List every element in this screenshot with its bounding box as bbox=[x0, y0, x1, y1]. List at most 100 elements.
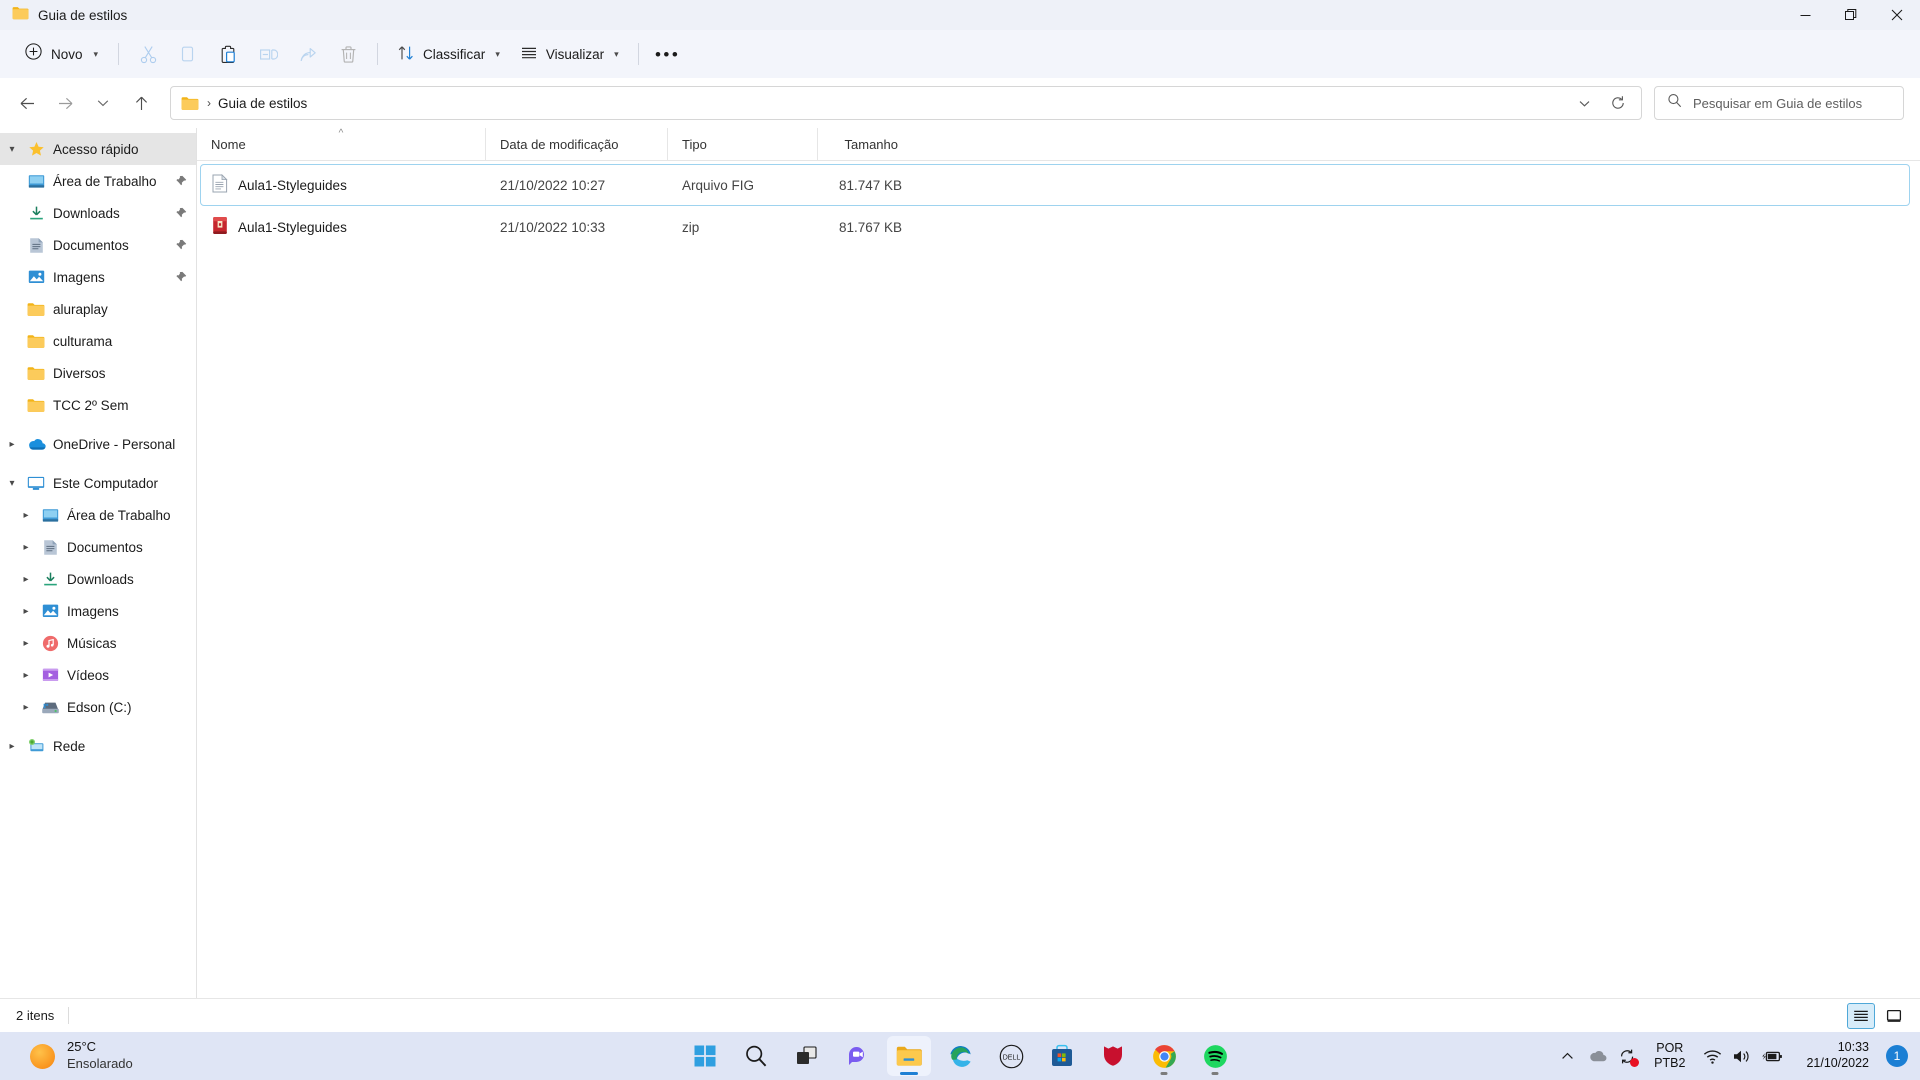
minimize-button[interactable] bbox=[1782, 0, 1828, 30]
previous-locations-button[interactable] bbox=[1567, 88, 1601, 118]
music-icon bbox=[38, 635, 62, 652]
language-indicator[interactable]: POR PTB2 bbox=[1646, 1038, 1693, 1075]
sidebar-item-onedrive[interactable]: ▸ OneDrive - Personal bbox=[0, 428, 196, 460]
column-header-size[interactable]: Tamanho bbox=[817, 127, 912, 161]
sidebar-item-label: Downloads bbox=[67, 571, 134, 587]
breadcrumb-current-folder[interactable]: Guia de estilos bbox=[218, 96, 307, 111]
sidebar-item-local-disk-c[interactable]: ▸ Edson (C:) bbox=[0, 691, 196, 723]
google-chrome-button[interactable] bbox=[1142, 1036, 1186, 1076]
chevron-right-icon[interactable]: ▸ bbox=[0, 439, 24, 450]
chevron-right-icon[interactable]: ▸ bbox=[14, 542, 38, 553]
chevron-right-icon[interactable]: ▸ bbox=[14, 702, 38, 713]
address-bar[interactable]: › Guia de estilos bbox=[170, 86, 1642, 120]
close-button[interactable] bbox=[1874, 0, 1920, 30]
table-row[interactable]: Aula1-Styleguides 21/10/2022 10:33 zip 8… bbox=[200, 206, 1910, 248]
back-button[interactable] bbox=[8, 86, 46, 120]
sidebar-item-culturama[interactable]: culturama bbox=[0, 325, 196, 357]
desktop: Guia de estilos Novo ▾ Classificar ▾ Vis… bbox=[0, 0, 1920, 1080]
clock[interactable]: 10:33 21/10/2022 bbox=[1797, 1037, 1878, 1074]
restore-button[interactable] bbox=[1828, 0, 1874, 30]
sidebar-item-network[interactable]: ▸ Rede bbox=[0, 730, 196, 762]
sidebar-item-downloads[interactable]: ▸ Downloads bbox=[0, 563, 196, 595]
sidebar-item-aluraplay[interactable]: aluraplay bbox=[0, 293, 196, 325]
file-rows[interactable]: Aula1-Styleguides 21/10/2022 10:27 Arqui… bbox=[197, 161, 1920, 998]
table-row[interactable]: Aula1-Styleguides 21/10/2022 10:27 Arqui… bbox=[200, 164, 1910, 206]
cut-icon[interactable] bbox=[128, 37, 168, 71]
sidebar-item-downloads-pinned[interactable]: Downloads bbox=[0, 197, 196, 229]
microsoft-edge-button[interactable] bbox=[938, 1036, 982, 1076]
recent-locations-button[interactable] bbox=[84, 86, 122, 120]
sidebar-item-desktop-pinned[interactable]: Área de Trabalho bbox=[0, 165, 196, 197]
pin-icon[interactable] bbox=[172, 175, 190, 187]
local-disk-icon bbox=[38, 699, 62, 715]
chevron-right-icon[interactable]: ▸ bbox=[0, 741, 24, 752]
task-view-button[interactable] bbox=[785, 1036, 829, 1076]
column-header-type[interactable]: Tipo bbox=[667, 127, 817, 161]
forward-button[interactable] bbox=[46, 86, 84, 120]
search-input[interactable]: Pesquisar em Guia de estilos bbox=[1693, 96, 1862, 111]
details-view-button[interactable] bbox=[1847, 1002, 1875, 1029]
navigation-pane[interactable]: ▾ Acesso rápido Área de Trabalho Downloa… bbox=[0, 128, 197, 998]
sidebar-item-tcc[interactable]: TCC 2º Sem bbox=[0, 389, 196, 421]
view-button[interactable]: Visualizar ▾ bbox=[510, 37, 629, 71]
file-name-cell[interactable]: Aula1-Styleguides bbox=[201, 216, 489, 238]
sidebar-item-music[interactable]: ▸ Músicas bbox=[0, 627, 196, 659]
search-box[interactable]: Pesquisar em Guia de estilos bbox=[1654, 86, 1904, 120]
share-icon[interactable] bbox=[288, 37, 328, 71]
weather-widget[interactable]: 25°C Ensolarado bbox=[0, 1036, 147, 1076]
folder-icon bbox=[12, 6, 29, 25]
column-header-date-modified[interactable]: Data de modificação bbox=[485, 127, 667, 161]
file-name-cell[interactable]: Aula1-Styleguides bbox=[201, 174, 489, 196]
up-button[interactable] bbox=[122, 86, 160, 120]
dell-button[interactable]: DELL bbox=[989, 1036, 1033, 1076]
file-type-cell: Arquivo FIG bbox=[682, 177, 755, 193]
large-icons-view-button[interactable] bbox=[1880, 1003, 1908, 1029]
search-button[interactable] bbox=[734, 1036, 778, 1076]
column-header-name[interactable]: ^ Nome bbox=[197, 128, 485, 161]
sidebar-item-quick-access[interactable]: ▾ Acesso rápido bbox=[0, 133, 196, 165]
wifi-icon[interactable] bbox=[1697, 1037, 1727, 1075]
weather-temperature: 25°C bbox=[67, 1039, 97, 1055]
chevron-down-icon[interactable]: ▾ bbox=[0, 478, 24, 489]
chevron-right-icon[interactable]: ▸ bbox=[14, 606, 38, 617]
see-more-button[interactable]: ••• bbox=[648, 37, 688, 71]
notification-badge[interactable]: 1 bbox=[1886, 1045, 1908, 1067]
spotify-button[interactable] bbox=[1193, 1036, 1237, 1076]
sidebar-item-desktop[interactable]: ▸ Área de Trabalho bbox=[0, 499, 196, 531]
sidebar-item-pictures[interactable]: ▸ Imagens bbox=[0, 595, 196, 627]
refresh-button[interactable] bbox=[1601, 88, 1635, 118]
breadcrumb-separator[interactable]: › bbox=[207, 96, 211, 110]
chevron-down-icon[interactable]: ▾ bbox=[0, 144, 24, 155]
volume-icon[interactable] bbox=[1727, 1037, 1757, 1075]
sidebar-item-documents-pinned[interactable]: Documentos bbox=[0, 229, 196, 261]
delete-icon[interactable] bbox=[328, 37, 368, 71]
chevron-right-icon[interactable]: ▸ bbox=[14, 638, 38, 649]
rename-icon[interactable] bbox=[248, 37, 288, 71]
pin-icon[interactable] bbox=[172, 207, 190, 219]
sidebar-item-pictures-pinned[interactable]: Imagens bbox=[0, 261, 196, 293]
new-button[interactable]: Novo ▾ bbox=[16, 37, 109, 71]
show-hidden-icons-button[interactable] bbox=[1552, 1037, 1582, 1075]
paste-icon[interactable] bbox=[208, 37, 248, 71]
window-title: Guia de estilos bbox=[38, 7, 128, 23]
chevron-right-icon[interactable]: ▸ bbox=[14, 670, 38, 681]
chevron-right-icon[interactable]: ▸ bbox=[14, 574, 38, 585]
file-explorer-button[interactable] bbox=[887, 1036, 931, 1076]
microsoft-store-button[interactable] bbox=[1040, 1036, 1084, 1076]
chat-button[interactable] bbox=[836, 1036, 880, 1076]
sidebar-item-diversos[interactable]: Diversos bbox=[0, 357, 196, 389]
battery-charging-icon[interactable] bbox=[1757, 1037, 1787, 1075]
copy-icon[interactable] bbox=[168, 37, 208, 71]
pin-icon[interactable] bbox=[172, 239, 190, 251]
pin-icon[interactable] bbox=[172, 271, 190, 283]
sidebar-item-documents[interactable]: ▸ Documentos bbox=[0, 531, 196, 563]
start-button[interactable] bbox=[683, 1036, 727, 1076]
mcafee-button[interactable] bbox=[1091, 1036, 1135, 1076]
sidebar-item-this-pc[interactable]: ▾ Este Computador bbox=[0, 467, 196, 499]
chevron-right-icon[interactable]: ▸ bbox=[14, 510, 38, 521]
onedrive-tray-icon[interactable] bbox=[1582, 1037, 1612, 1075]
sidebar-item-videos[interactable]: ▸ Vídeos bbox=[0, 659, 196, 691]
sort-button[interactable]: Classificar ▾ bbox=[387, 37, 510, 71]
sync-status-icon[interactable] bbox=[1612, 1037, 1642, 1075]
running-indicator bbox=[900, 1072, 918, 1075]
